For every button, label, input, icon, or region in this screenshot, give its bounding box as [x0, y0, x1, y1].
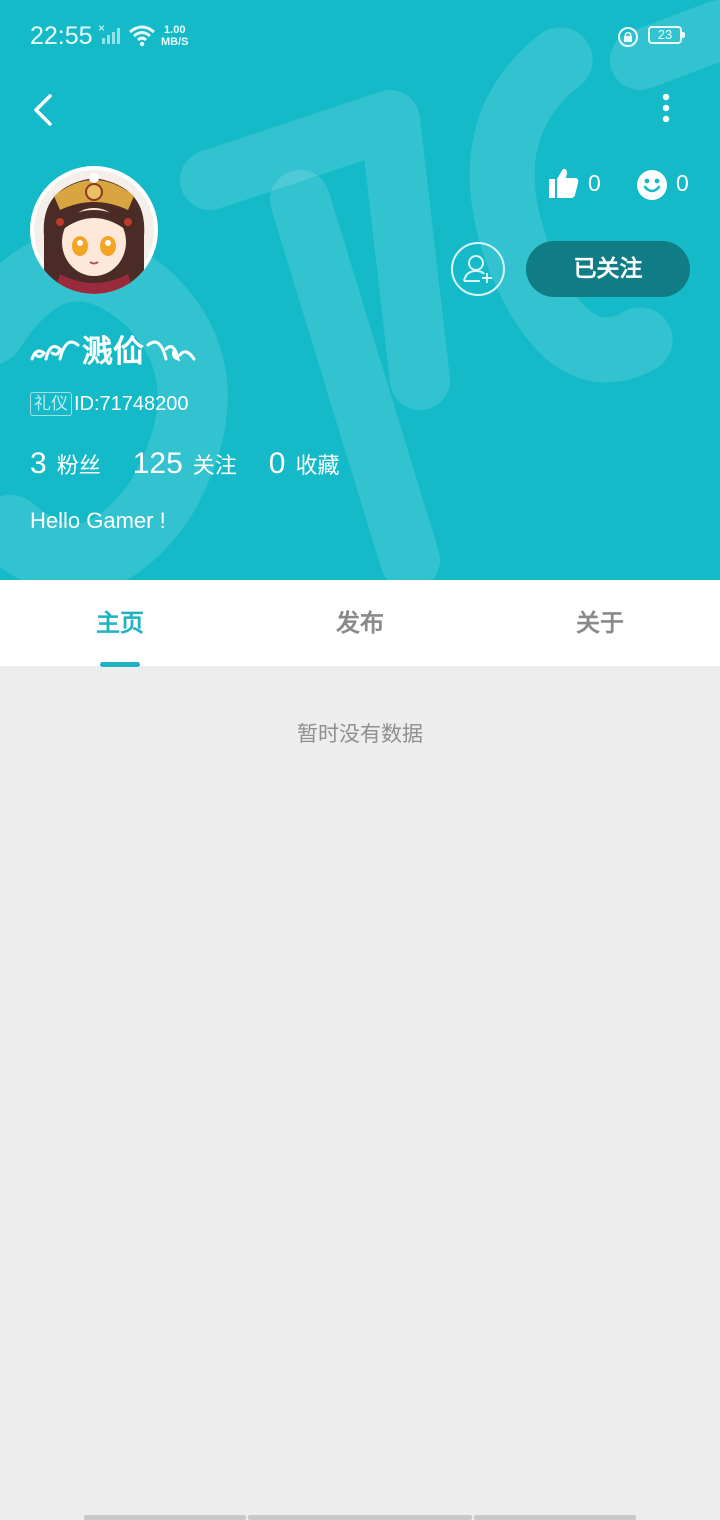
- smile-count: 0: [676, 170, 689, 196]
- empty-state-message: 暂时没有数据: [297, 722, 423, 746]
- tab-posts[interactable]: 发布: [240, 580, 480, 666]
- smile-icon[interactable]: [636, 169, 668, 201]
- tab-about[interactable]: 关于: [480, 580, 720, 666]
- add-friend-button[interactable]: [450, 241, 506, 297]
- profile-header: 22:55 × 1.00 MB/S 23 0 0 已关注 溅佡 礼仪 ID:71…: [0, 0, 720, 580]
- etiquette-badge: 礼仪: [30, 392, 72, 416]
- left-swirl-ornament: [30, 340, 80, 361]
- active-tab-indicator: [100, 662, 140, 667]
- nav-segment-center[interactable]: [248, 1515, 472, 1520]
- net-speed-unit: MB/S: [161, 36, 189, 48]
- back-button[interactable]: [26, 88, 66, 132]
- following-count[interactable]: 125: [133, 447, 183, 481]
- nav-segment-left[interactable]: [84, 1515, 246, 1520]
- svg-text:×: ×: [98, 22, 105, 35]
- bio: Hello Gamer !: [30, 508, 166, 533]
- nav-segment-right[interactable]: [474, 1515, 636, 1520]
- net-speed-value: 1.00: [164, 24, 186, 36]
- status-bar: 22:55 × 1.00 MB/S 23: [0, 0, 720, 72]
- nickname: 溅佡: [82, 333, 144, 370]
- favorites-count[interactable]: 0: [269, 447, 286, 481]
- like-count: 0: [588, 170, 601, 196]
- fans-count[interactable]: 3: [30, 447, 47, 481]
- following-label[interactable]: 关注: [193, 448, 237, 480]
- battery-indicator: 23: [648, 26, 685, 44]
- user-id-row: 礼仪 ID:71748200: [30, 390, 189, 418]
- status-time: 22:55: [30, 22, 93, 50]
- signal-icon: ×: [98, 22, 120, 44]
- favorites-label[interactable]: 收藏: [295, 448, 339, 480]
- tab-home[interactable]: 主页: [0, 580, 240, 666]
- avatar-image: [34, 170, 154, 294]
- fans-label[interactable]: 粉丝: [57, 448, 101, 480]
- nickname-row: 溅佡: [30, 326, 196, 370]
- rotation-lock-icon: [618, 27, 638, 47]
- tab-bar: 主页 发布 关于: [0, 580, 720, 666]
- avatar[interactable]: [30, 166, 158, 294]
- thumbs-up-icon[interactable]: [547, 166, 581, 200]
- user-id: ID:71748200: [74, 392, 189, 415]
- wifi-icon: [129, 25, 155, 47]
- more-options-button[interactable]: [650, 88, 682, 132]
- gesture-navigation-bar[interactable]: [84, 1515, 636, 1520]
- follow-button[interactable]: 已关注: [526, 241, 690, 297]
- right-swirl-ornament: [146, 340, 196, 362]
- network-speed: 1.00 MB/S: [161, 24, 189, 48]
- stats-row: 3 粉丝 125 关注 0 收藏: [30, 447, 371, 487]
